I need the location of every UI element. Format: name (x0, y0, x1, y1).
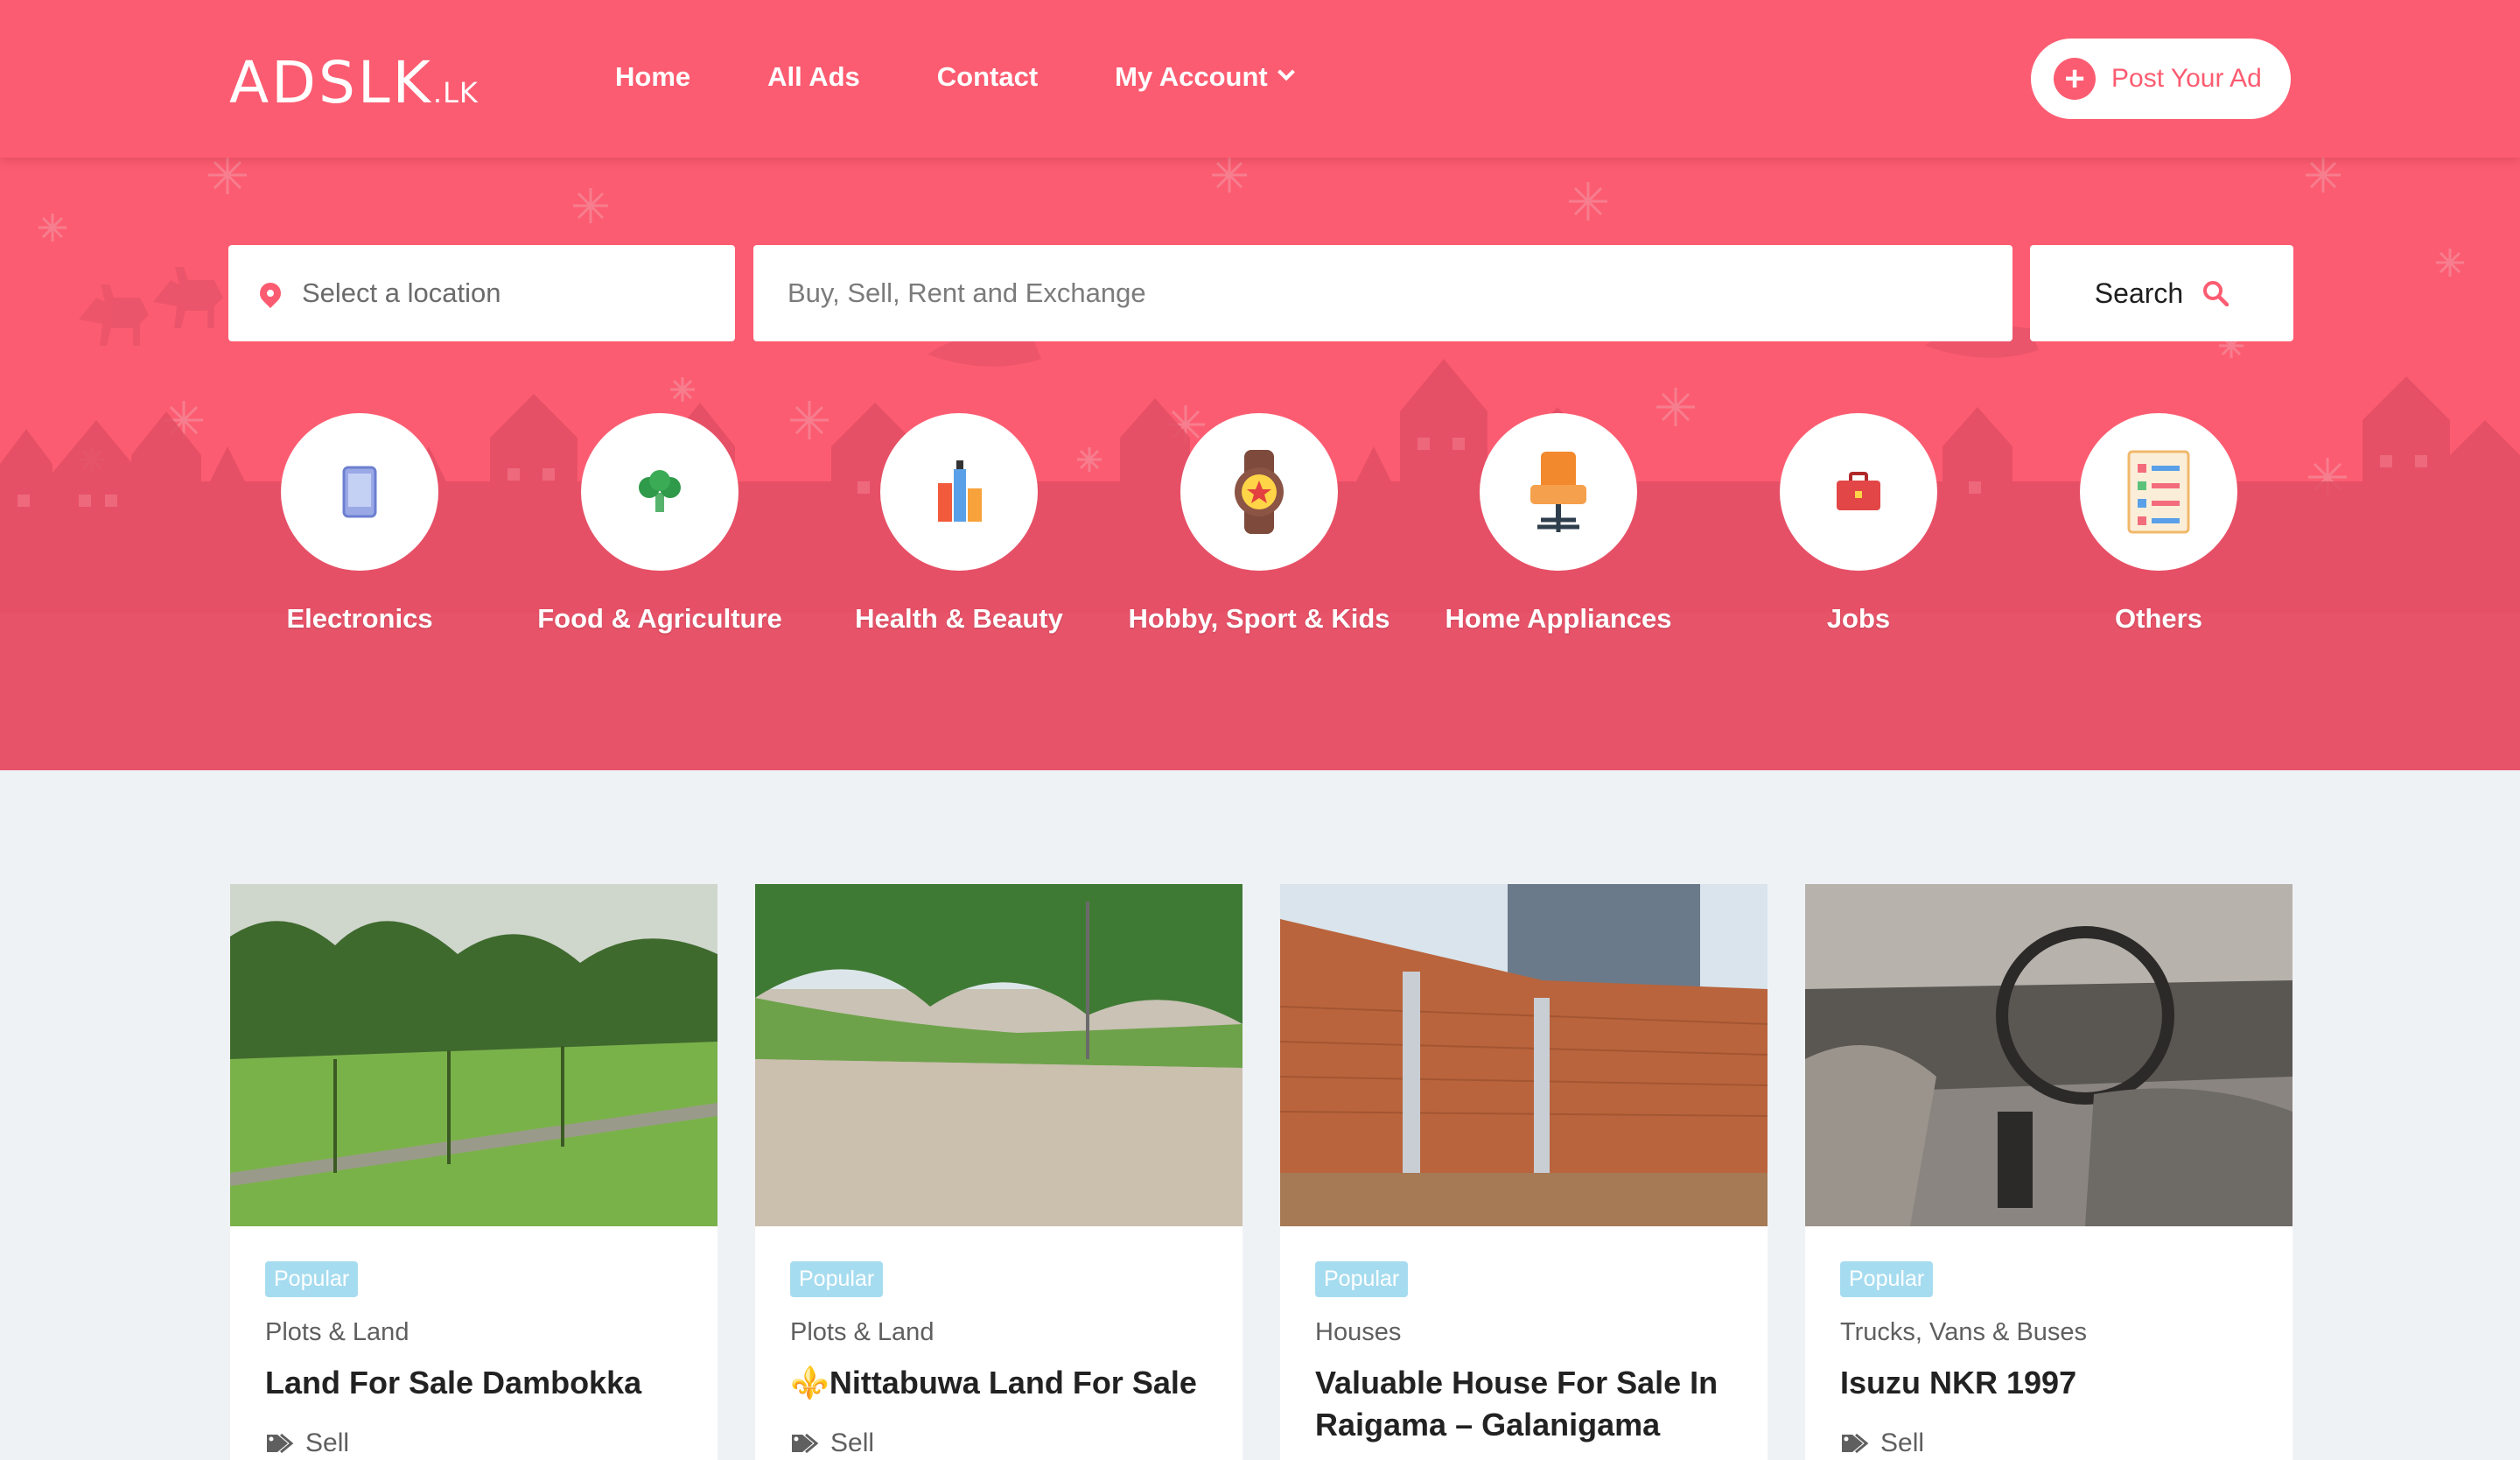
listing-title[interactable]: Valuable House For Sale In Raigama – Gal… (1315, 1362, 1744, 1446)
tags-icon (792, 1433, 819, 1454)
checklist-icon (2127, 450, 2190, 534)
category-circle (281, 413, 438, 571)
listing-photo-house-raigama (1280, 884, 1768, 1226)
category-circle (581, 413, 738, 571)
listing-category[interactable]: Houses (1315, 1318, 1401, 1347)
map-pin-icon (256, 278, 285, 308)
category-hobby-sport-kids[interactable]: Hobby, Sport & Kids (1128, 413, 1390, 642)
nav-my-account[interactable]: My Account (1115, 61, 1295, 93)
chair-icon (1530, 452, 1586, 532)
listing-category[interactable]: Trucks, Vans & Buses (1840, 1318, 2087, 1347)
category-circle (1180, 413, 1338, 571)
listing-title[interactable]: Isuzu NKR 1997 (1840, 1362, 2269, 1404)
nav-contact[interactable]: Contact (937, 61, 1038, 93)
search-input[interactable] (753, 245, 2012, 341)
listing-type: Sell (265, 1428, 349, 1458)
listing-title[interactable]: Land For Sale Dambokka (265, 1362, 694, 1404)
category-label: Others (2115, 603, 2202, 634)
post-ad-button[interactable]: + Post Your Ad (2031, 39, 2291, 119)
popular-badge: Popular (1315, 1261, 1409, 1297)
broccoli-icon (639, 470, 681, 512)
nav-all-ads[interactable]: All Ads (767, 61, 860, 93)
category-label: Hobby, Sport & Kids (1128, 603, 1390, 634)
logo-tld: .LK (432, 76, 479, 109)
listing-photo-isuzu-nkr (1805, 884, 2292, 1226)
listing-photo-land-dambokka (230, 884, 718, 1226)
category-home-appliances[interactable]: Home Appliances (1427, 413, 1690, 642)
site-logo[interactable]: ADSLK.LK (229, 49, 479, 116)
location-select[interactable]: Select a location (228, 245, 735, 341)
category-label: Food & Agriculture (537, 603, 782, 634)
plus-icon: + (2054, 58, 2096, 100)
listing-card[interactable]: Popular Plots & Land Land For Sale Dambo… (230, 884, 718, 1460)
popular-badge: Popular (265, 1261, 359, 1297)
logo-name: ADSLK (229, 49, 433, 116)
category-circle (880, 413, 1038, 571)
tags-icon (267, 1433, 294, 1454)
category-electronics[interactable]: Electronics (228, 413, 491, 642)
category-label: Electronics (286, 603, 433, 634)
phone-icon (342, 466, 377, 518)
category-label: Health & Beauty (855, 603, 1063, 634)
category-circle (1780, 413, 1937, 571)
post-ad-label: Post Your Ad (2111, 64, 2262, 93)
briefcase-icon (1837, 472, 1880, 510)
listing-photo-land-nittambuwa (755, 884, 1242, 1226)
listing-title[interactable]: ⚜️Nittabuwa Land For Sale (790, 1362, 1219, 1404)
category-label: Home Appliances (1445, 603, 1672, 634)
category-circle (2080, 413, 2237, 571)
search-button-label: Search (2094, 277, 2184, 309)
listing-type: Sell (1840, 1428, 1924, 1458)
listing-type-label: Sell (305, 1428, 350, 1457)
category-food-agriculture[interactable]: Food & Agriculture (528, 413, 791, 642)
listing-card[interactable]: Popular Trucks, Vans & Buses Isuzu NKR 1… (1805, 884, 2292, 1460)
category-label: Jobs (1826, 603, 1891, 634)
category-health-beauty[interactable]: Health & Beauty (828, 413, 1090, 642)
listing-card[interactable]: Popular Houses Valuable House For Sale I… (1280, 884, 1768, 1460)
popular-badge: Popular (1840, 1261, 1934, 1297)
watch-icon (1235, 450, 1284, 534)
category-others[interactable]: Others (2027, 413, 2290, 642)
location-placeholder: Select a location (302, 277, 501, 308)
nav-my-account-label: My Account (1115, 61, 1268, 92)
main-nav: Home All Ads Contact My Account (615, 61, 1369, 93)
listing-category[interactable]: Plots & Land (265, 1318, 409, 1347)
nav-home[interactable]: Home (615, 61, 690, 93)
category-jobs[interactable]: Jobs (1727, 413, 1990, 642)
popular-badge: Popular (790, 1261, 884, 1297)
search-button[interactable]: Search (2030, 245, 2293, 341)
listing-category[interactable]: Plots & Land (790, 1318, 934, 1347)
listing-type-label: Sell (830, 1428, 875, 1457)
cosmetics-icon (938, 460, 982, 522)
hero-banner: Select a location Search Electronics (0, 158, 2520, 770)
listing-type: Sell (790, 1428, 874, 1458)
listing-type-label: Sell (1880, 1428, 1925, 1457)
tags-icon (1842, 1433, 1869, 1454)
search-icon (2203, 281, 2230, 306)
site-header: ADSLK.LK Home All Ads Contact My Account… (0, 0, 2520, 158)
listing-card[interactable]: Popular Plots & Land ⚜️Nittabuwa Land Fo… (755, 884, 1242, 1460)
chevron-down-icon (1277, 63, 1295, 81)
category-circle (1480, 413, 1637, 571)
